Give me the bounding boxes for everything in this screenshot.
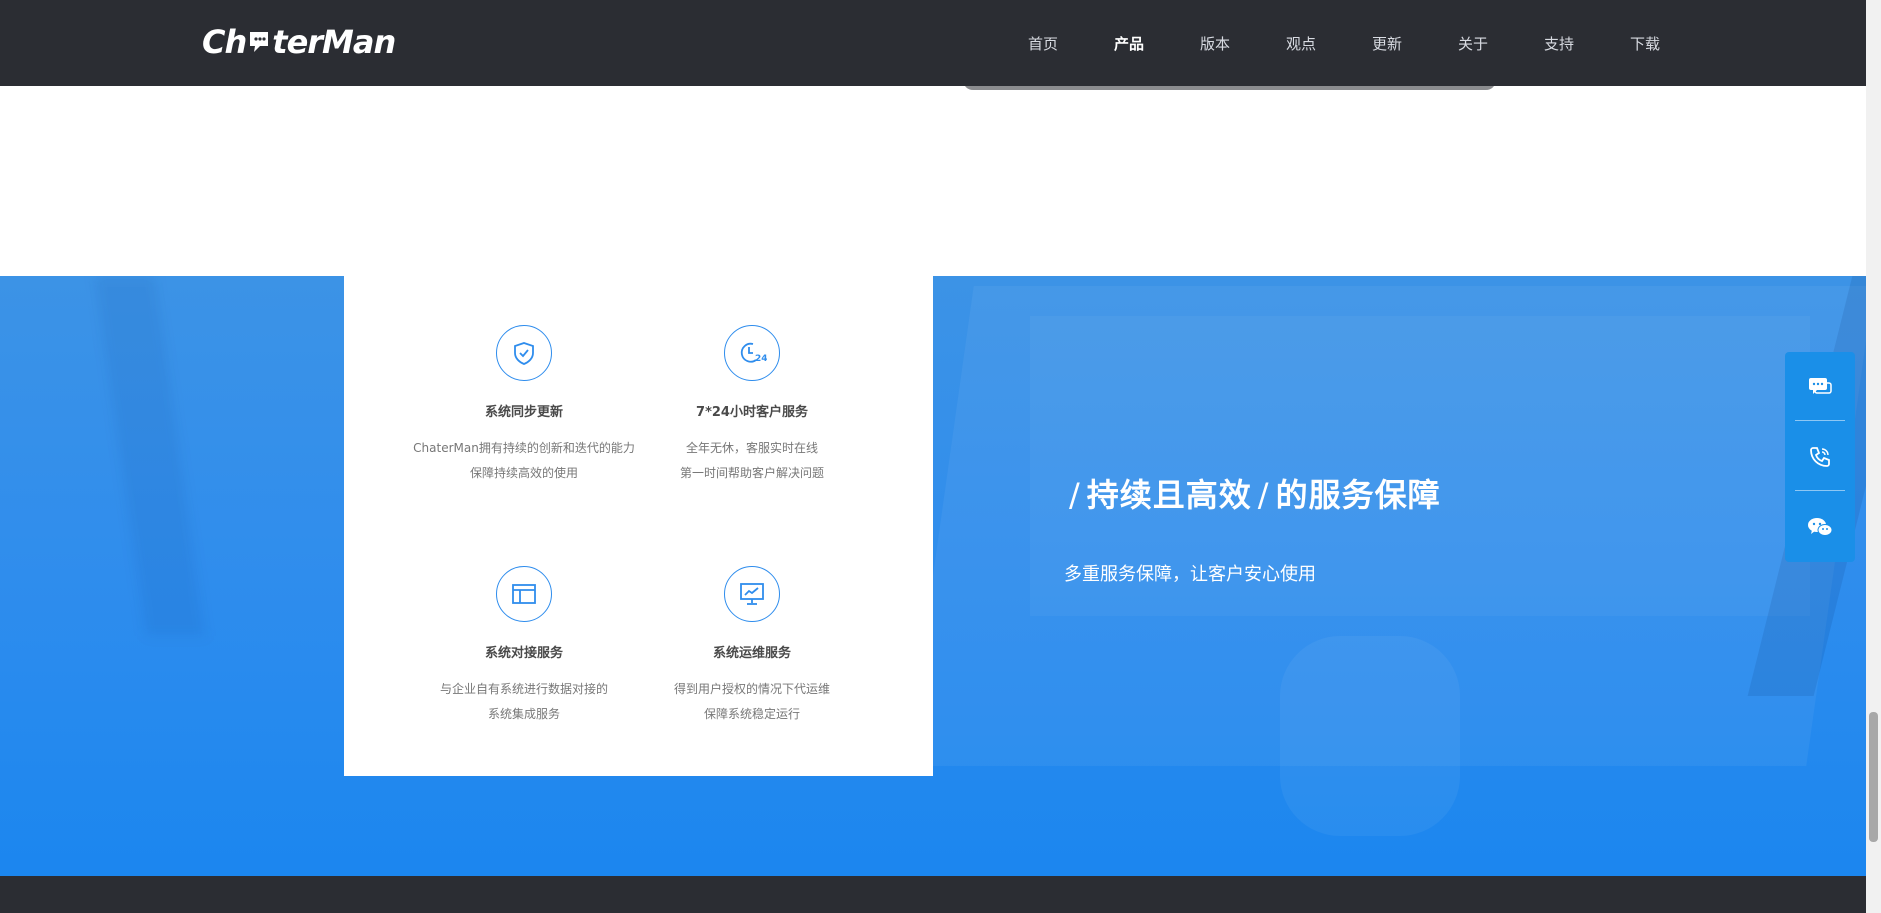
chat-cap-icon [246, 25, 272, 53]
svg-text:24: 24 [755, 354, 767, 364]
nav-item-support[interactable]: 支持 [1516, 33, 1602, 54]
service-subtext: 多重服务保障，让客户安心使用 [1064, 564, 1316, 585]
main-nav: 首页 产品 版本 观点 更新 关于 支持 下载 [1000, 0, 1688, 86]
feature-description: 与企业自有系统进行数据对接的 系统集成服务 [439, 682, 608, 721]
nav-item-views[interactable]: 观点 [1258, 33, 1344, 54]
feature-description: ChaterMan拥有持续的创新和迭代的能力 保障持续高效的使用 [413, 441, 635, 480]
footer-strip [0, 876, 1866, 913]
service-section-background [0, 276, 1866, 876]
floating-contact-tools [1785, 352, 1855, 562]
page-scrollbar[interactable] [1866, 0, 1881, 913]
brand-logo[interactable]: Ch terMan [202, 22, 396, 62]
wechat-icon[interactable] [1785, 492, 1855, 562]
features-card: 系统同步更新 ChaterMan拥有持续的创新和迭代的能力 保障持续高效的使用 … [344, 276, 933, 776]
top-navbar: Ch terMan 首页 产品 版本 观点 更新 关于 支持 下载 [0, 0, 1866, 86]
chat-bubbles-icon[interactable] [1785, 352, 1855, 422]
feature-title: 系统运维服务 [712, 646, 791, 661]
service-slogan: / 持续且高效 / 的服务保障 [1069, 476, 1441, 514]
layout-panel-icon [496, 566, 552, 622]
feature-item: 系统同步更新 ChaterMan拥有持续的创新和迭代的能力 保障持续高效的使用 [404, 325, 644, 486]
nav-item-download[interactable]: 下载 [1602, 33, 1688, 54]
feature-title: 7*24小时客户服务 [696, 405, 808, 420]
feature-item: 系统对接服务 与企业自有系统进行数据对接的 系统集成服务 [404, 566, 644, 727]
scrollbar-thumb[interactable] [1869, 712, 1878, 842]
nav-item-product[interactable]: 产品 [1086, 33, 1172, 54]
feature-item: 系统运维服务 得到用户授权的情况下代运维 保障系统稳定运行 [632, 566, 872, 727]
nav-item-version[interactable]: 版本 [1172, 33, 1258, 54]
feature-title: 系统同步更新 [484, 405, 563, 420]
nav-item-home[interactable]: 首页 [1000, 33, 1086, 54]
nav-item-updates[interactable]: 更新 [1344, 33, 1430, 54]
feature-description: 全年无休，客服实时在线 第一时间帮助客户解决问题 [679, 441, 824, 480]
side-tools-divider [1795, 420, 1845, 421]
feature-description: 得到用户授权的情况下代运维 保障系统稳定运行 [673, 682, 830, 721]
shield-check-icon [496, 325, 552, 381]
phone-icon[interactable] [1785, 422, 1855, 492]
header-image-edge [963, 80, 1496, 90]
monitor-chart-icon [724, 566, 780, 622]
feature-title: 系统对接服务 [484, 646, 563, 661]
clock-24-icon: 24 [724, 325, 780, 381]
nav-item-about[interactable]: 关于 [1430, 33, 1516, 54]
brand-logo-text: Ch [202, 23, 247, 61]
side-tools-divider [1795, 490, 1845, 491]
feature-item: 24 7*24小时客户服务 全年无休，客服实时在线 第一时间帮助客户解决问题 [632, 325, 872, 486]
